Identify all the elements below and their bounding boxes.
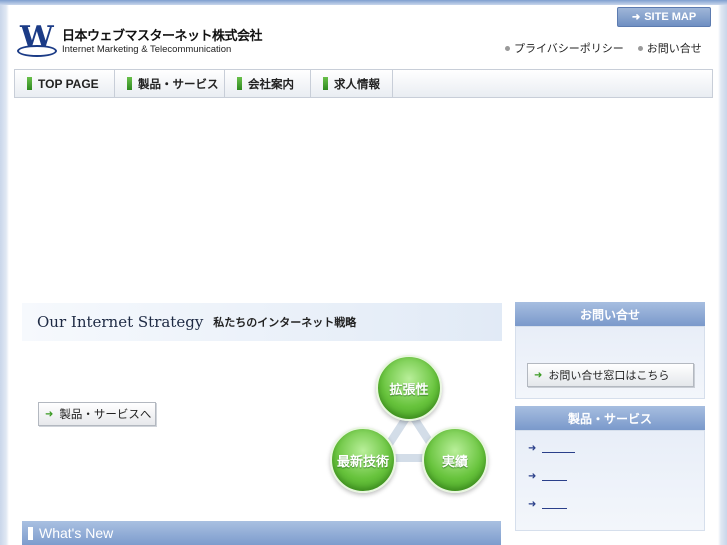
logo-letter: W: [20, 20, 54, 55]
circle-label: 拡張性: [389, 382, 429, 398]
products-button-label: 製品・サービスへ: [59, 407, 152, 421]
circle-scalability: 拡張性: [376, 355, 442, 421]
products-link[interactable]: ➜: [528, 443, 576, 454]
sitemap-button[interactable]: ➜ SITE MAP: [617, 7, 711, 27]
logo-mark-icon: W: [16, 21, 58, 59]
products-heading: 製品・サービス: [515, 406, 705, 430]
company-name-jp: 日本ウェブマスターネット株式会社: [62, 28, 263, 44]
nav-item-label: 会社案内: [248, 76, 294, 91]
top-edge: [0, 0, 727, 5]
green-bar-icon: [237, 77, 242, 90]
link-underline: [542, 508, 568, 509]
arrow-right-icon: ➜: [534, 369, 543, 381]
nav-item-company[interactable]: 会社案内: [225, 70, 311, 97]
circle-track-record: 実績: [422, 427, 488, 493]
strategy-title-en: Our Internet Strategy: [37, 313, 204, 331]
nav-item-recruit[interactable]: 求人情報: [311, 70, 393, 97]
utility-links: プライバシーポリシー お問い合せ: [505, 40, 702, 56]
whats-new-heading: What's New: [22, 521, 501, 545]
nav-item-label: 求人情報: [334, 76, 380, 91]
company-tagline: Internet Marketing & Telecommunication: [62, 43, 232, 55]
logo-text: 日本ウェブマスターネット株式会社 Internet Marketing & Te…: [62, 28, 263, 56]
bullet-icon: [637, 45, 643, 51]
green-bar-icon: [127, 77, 132, 90]
contact-window-button[interactable]: ➜ お問い合せ窓口はこちら: [527, 363, 694, 387]
sitemap-label: SITE MAP: [644, 11, 697, 23]
link-underline: [542, 452, 576, 453]
circle-label: 最新技術: [336, 454, 389, 470]
contact-heading: お問い合せ: [515, 302, 705, 326]
nav-item-label: 製品・サービス: [138, 76, 219, 91]
products-heading-label: 製品・サービス: [567, 411, 652, 426]
products-button[interactable]: ➜ 製品・サービスへ: [38, 402, 156, 426]
green-bar-icon: [323, 77, 328, 90]
arrow-right-icon: ➜: [528, 443, 537, 454]
contact-window-label: お問い合せ窓口はこちら: [548, 369, 670, 382]
privacy-policy-label: プライバシーポリシー: [514, 42, 624, 55]
nav-item-products[interactable]: 製品・サービス: [115, 70, 225, 97]
nav-item-label: TOP PAGE: [38, 76, 99, 91]
green-bar-icon: [27, 77, 32, 90]
circle-label: 実績: [441, 454, 468, 470]
logo[interactable]: W 日本ウェブマスターネット株式会社 Internet Marketing & …: [16, 21, 263, 59]
nav-item-top-page[interactable]: TOP PAGE: [15, 70, 115, 97]
arrow-right-icon: ➜: [45, 408, 54, 420]
privacy-policy-link[interactable]: プライバシーポリシー: [505, 40, 624, 56]
whats-new-title: What's New: [39, 525, 114, 541]
arrow-right-icon: ➜: [631, 11, 641, 23]
white-bar-icon: [28, 526, 33, 540]
strategy-diagram: 拡張性 最新技術 実績: [325, 350, 495, 500]
arrow-right-icon: ➜: [528, 471, 537, 482]
contact-link[interactable]: お問い合せ: [637, 40, 702, 56]
products-link[interactable]: ➜: [528, 499, 568, 510]
strategy-title-jp: 私たちのインターネット戦略: [213, 316, 357, 329]
contact-heading-label: お問い合せ: [579, 307, 640, 322]
main-nav: TOP PAGE 製品・サービス 会社案内 求人情報: [14, 69, 713, 98]
arrow-right-icon: ➜: [528, 499, 537, 510]
circle-latest-tech: 最新技術: [330, 427, 396, 493]
products-link[interactable]: ➜: [528, 471, 568, 482]
contact-link-label: お問い合せ: [646, 42, 702, 55]
bullet-icon: [505, 45, 510, 51]
strategy-heading: Our Internet Strategy 私たちのインターネット戦略: [22, 303, 502, 341]
link-underline: [542, 480, 568, 481]
